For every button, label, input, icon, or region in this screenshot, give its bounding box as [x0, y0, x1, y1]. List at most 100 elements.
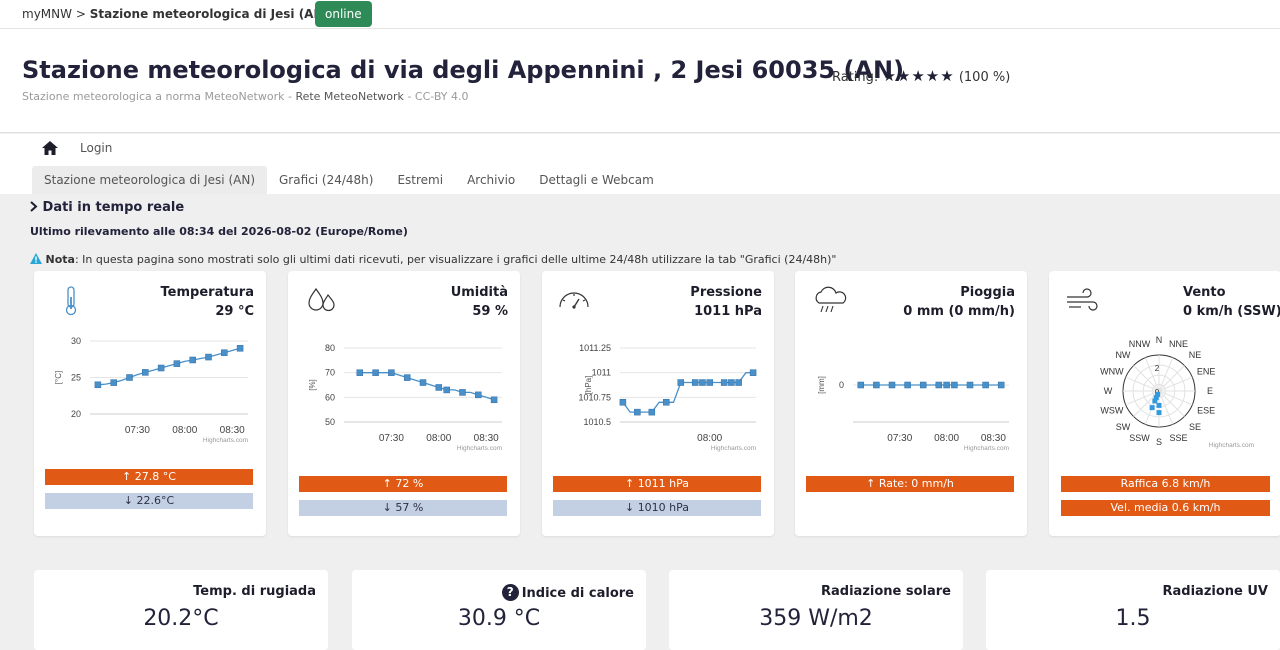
realtime-toggle[interactable]: Dati in tempo reale	[30, 200, 184, 215]
data-point[interactable]	[935, 381, 943, 389]
data-point[interactable]	[728, 379, 735, 386]
data-point[interactable]	[888, 381, 896, 389]
radial-tick-label: 2	[1155, 364, 1160, 373]
data-point[interactable]	[982, 381, 989, 389]
data-point[interactable]	[919, 381, 927, 389]
warning-icon	[30, 253, 42, 264]
data-point[interactable]	[126, 374, 133, 381]
x-tick-label: 08:00	[697, 433, 722, 444]
y-tick-label: 50	[325, 417, 335, 427]
data-point[interactable]	[403, 374, 411, 381]
chart-credit[interactable]: Highcharts.com	[964, 445, 1009, 452]
direction-label: NNW	[1129, 339, 1151, 349]
chart-credit[interactable]: Highcharts.com	[1209, 442, 1254, 449]
max-bar: ↑ 72 %	[299, 476, 507, 492]
chart-credit[interactable]: Highcharts.com	[203, 437, 248, 444]
card-value: 59 %	[472, 304, 508, 319]
data-point[interactable]	[173, 360, 181, 367]
wind-rose-chart[interactable]: NNNENEENEEESESESSESSSWSWWSWWWNWNWNNW02Hi…	[1049, 331, 1280, 461]
rose-spoke	[1158, 365, 1185, 392]
data-point[interactable]	[648, 408, 656, 416]
card-title: Vento	[1183, 285, 1226, 300]
data-point[interactable]	[634, 408, 641, 416]
wind-point[interactable]	[1156, 402, 1162, 408]
tab-archive[interactable]: Archivio	[455, 166, 527, 194]
data-point[interactable]	[735, 379, 742, 386]
y-axis-label: [°C]	[54, 371, 63, 384]
rain-chart[interactable]: 0 07:30 08:00 08:30 [mm] Highcharts.com	[795, 331, 1027, 461]
data-point[interactable]	[943, 381, 950, 389]
wind-point[interactable]	[1149, 405, 1155, 411]
direction-label: S	[1156, 437, 1162, 447]
min-bar: ↓ 57 %	[299, 500, 507, 516]
data-point[interactable]	[691, 379, 699, 386]
breadcrumb-root[interactable]: myMNW	[22, 7, 72, 21]
data-point[interactable]	[221, 349, 228, 356]
chart-credit[interactable]: Highcharts.com	[711, 445, 756, 452]
data-point[interactable]	[419, 379, 427, 386]
data-point[interactable]	[720, 379, 728, 386]
data-point[interactable]	[142, 369, 149, 376]
login-link[interactable]: Login	[80, 141, 112, 155]
data-point[interactable]	[94, 381, 102, 389]
data-point[interactable]	[205, 353, 212, 361]
wind-point[interactable]	[1152, 398, 1158, 404]
direction-label: NNE	[1169, 339, 1188, 349]
data-point[interactable]	[435, 384, 443, 391]
realtime-heading: Dati in tempo reale	[42, 200, 185, 215]
data-point[interactable]	[663, 399, 670, 406]
max-bar: ↑ 27.8 °C	[45, 469, 253, 485]
data-point[interactable]	[997, 381, 1005, 389]
chart-credit[interactable]: Highcharts.com	[457, 445, 502, 452]
data-point[interactable]	[873, 381, 880, 389]
x-tick-label: 08:30	[220, 425, 245, 436]
data-point[interactable]	[443, 386, 450, 394]
data-point[interactable]	[459, 389, 466, 396]
data-point[interactable]	[951, 381, 958, 389]
temperature-chart[interactable]: 20 25 30 07:30 08:00 08:30 [°C] Highcharts.com	[34, 331, 266, 461]
data-point[interactable]	[189, 356, 196, 364]
data-point[interactable]	[475, 391, 482, 399]
breadcrumb-station[interactable]: Stazione meteorologica di Jesi (AN)	[90, 7, 329, 21]
data-point[interactable]	[706, 379, 713, 386]
data-point[interactable]	[236, 345, 244, 352]
data-point[interactable]	[966, 381, 974, 389]
data-point[interactable]	[490, 396, 498, 404]
data-point[interactable]	[699, 379, 706, 386]
tab-station[interactable]: Stazione meteorologica di Jesi (AN)	[32, 166, 267, 194]
wind-point[interactable]	[1156, 410, 1162, 416]
tab-details-webcam[interactable]: Dettagli e Webcam	[527, 166, 666, 194]
data-point[interactable]	[619, 399, 627, 406]
tab-extremes[interactable]: Estremi	[385, 166, 455, 194]
card-pressure: Pressione 1011 hPa 1010.5 1010.75 1011 1011…	[542, 271, 774, 536]
card-value: 1011 hPa	[694, 304, 762, 319]
data-point[interactable]	[110, 379, 117, 386]
data-point[interactable]	[857, 381, 865, 389]
home-icon[interactable]	[42, 141, 58, 155]
navigation: Login Stazione meteorologica di Jesi (AN…	[0, 134, 1280, 194]
data-point[interactable]	[749, 369, 757, 376]
arrow-down-icon: ↓	[382, 501, 392, 514]
x-tick-label: 08:30	[981, 433, 1006, 444]
data-point[interactable]	[157, 364, 165, 372]
note-label: Nota	[45, 253, 75, 266]
humidity-chart[interactable]: 50 60 70 80 07:30 08:00 08:30 [%] Highcharts.com	[288, 331, 520, 461]
card-title: Indice di calore	[521, 586, 634, 601]
network-link[interactable]: Rete MeteoNetwork	[295, 90, 404, 103]
data-point[interactable]	[356, 369, 364, 376]
min-value: 22.6°C	[136, 494, 175, 507]
data-point[interactable]	[904, 381, 911, 389]
data-point[interactable]	[677, 379, 685, 386]
pressure-chart[interactable]: 1010.51010.7510111011.2508:00[hPa]Highch…	[542, 331, 774, 461]
barometer-gauge-icon	[559, 292, 589, 309]
data-point[interactable]	[372, 369, 379, 376]
series-line	[622, 372, 754, 413]
y-tick-label: 70	[325, 368, 335, 378]
direction-label: NW	[1115, 350, 1130, 360]
tab-charts[interactable]: Grafici (24/48h)	[267, 166, 385, 194]
help-icon[interactable]: ?	[501, 584, 519, 601]
card-value: 1.5	[1115, 606, 1151, 631]
direction-label: E	[1207, 386, 1213, 396]
data-point[interactable]	[388, 369, 395, 376]
card-uv-index: Radiazione UV 1.5	[986, 570, 1280, 650]
